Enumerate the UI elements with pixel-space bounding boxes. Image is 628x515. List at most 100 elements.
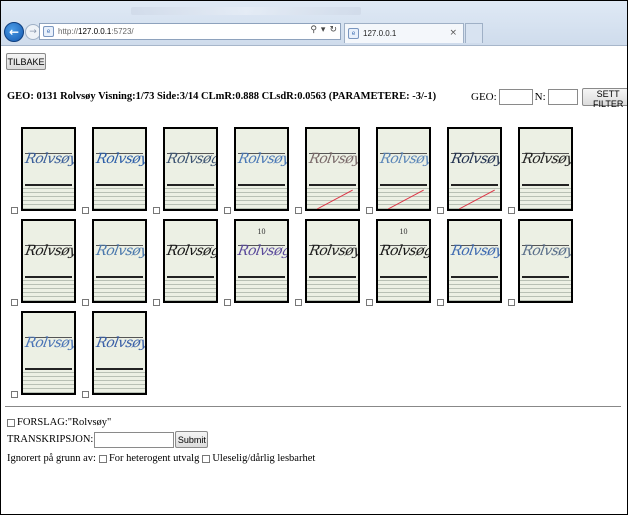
handwriting-thumbnail[interactable]: Rolvsøy bbox=[21, 311, 76, 395]
image-cell: 10 Rolvsøg bbox=[216, 219, 289, 307]
image-checkbox[interactable] bbox=[82, 207, 89, 214]
image-checkbox[interactable] bbox=[11, 207, 18, 214]
address-bar[interactable]: e http://127.0.0.1:5723/ ⚲ ▾ ↻ bbox=[39, 23, 341, 40]
refresh-icon[interactable]: ↻ bbox=[329, 25, 337, 35]
image-cell: Rolvsøy bbox=[3, 127, 76, 215]
page-icon: e bbox=[43, 26, 54, 37]
new-tab-button[interactable] bbox=[465, 23, 483, 43]
ruled-lines bbox=[449, 277, 500, 301]
handwriting-thumbnail[interactable]: Rolvsøy bbox=[234, 127, 289, 211]
image-cell: Rolvsøy bbox=[287, 127, 360, 215]
browser-window: ← → e http://127.0.0.1:5723/ ⚲ ▾ ↻ e 127… bbox=[1, 1, 627, 514]
image-checkbox[interactable] bbox=[82, 299, 89, 306]
image-cell: Rolvsøy bbox=[358, 127, 431, 215]
image-checkbox[interactable] bbox=[11, 299, 18, 306]
submit-button[interactable]: Submit bbox=[175, 431, 209, 448]
image-checkbox[interactable] bbox=[82, 391, 89, 398]
image-checkbox[interactable] bbox=[224, 299, 231, 306]
image-checkbox[interactable] bbox=[366, 207, 373, 214]
set-filter-button[interactable]: SETT FILTER bbox=[581, 88, 627, 109]
n-input[interactable] bbox=[547, 89, 578, 105]
baseline-rule bbox=[238, 184, 285, 186]
handwriting-thumbnail[interactable]: Rolvsøg bbox=[163, 127, 218, 211]
ruled-lines bbox=[94, 369, 145, 393]
image-checkbox[interactable] bbox=[295, 299, 302, 306]
handwriting-thumbnail[interactable]: Rolvsøy bbox=[92, 219, 147, 303]
baseline-rule bbox=[25, 276, 72, 278]
image-checkbox[interactable] bbox=[437, 207, 444, 214]
dropdown-icon[interactable]: ▾ bbox=[321, 25, 326, 35]
ruled-lines bbox=[94, 185, 145, 209]
handwriting-thumbnail[interactable]: Rolvsøy bbox=[447, 219, 502, 303]
transcription-row: TRANSKRIPSJON: Submit bbox=[7, 431, 209, 448]
handwriting-thumbnail[interactable]: Rolvsøy bbox=[92, 311, 147, 395]
handwritten-word: Rolvsøy bbox=[449, 151, 502, 167]
handwritten-word: Rolvsøy bbox=[94, 243, 147, 259]
handwriting-thumbnail[interactable]: Rolvsøy bbox=[21, 219, 76, 303]
image-cell: Rolvsøg bbox=[145, 127, 218, 215]
handwritten-word: Rolvsøy bbox=[23, 151, 76, 167]
image-cell: Rolvsøy bbox=[3, 219, 76, 307]
tab-title: 127.0.0.1 bbox=[363, 29, 397, 38]
image-cell: Rolvsøy bbox=[3, 311, 76, 399]
illegible-checkbox[interactable] bbox=[202, 454, 211, 463]
heterogeneous-checkbox[interactable] bbox=[98, 454, 107, 463]
image-checkbox[interactable] bbox=[153, 207, 160, 214]
image-checkbox[interactable] bbox=[366, 299, 373, 306]
handwriting-thumbnail[interactable]: Rolvsøy bbox=[518, 127, 573, 211]
ruled-lines bbox=[165, 185, 216, 209]
handwriting-thumbnail[interactable]: Rolvsøy bbox=[376, 127, 431, 211]
image-checkbox[interactable] bbox=[295, 207, 302, 214]
ruled-lines bbox=[23, 185, 74, 209]
handwritten-word: Rolvsøy bbox=[378, 151, 431, 167]
illegible-label: Uleselig/dårlig lesbarhet bbox=[212, 453, 316, 464]
handwriting-thumbnail[interactable]: Rolvsøy bbox=[21, 127, 76, 211]
image-checkbox[interactable] bbox=[437, 299, 444, 306]
geo-input[interactable] bbox=[498, 89, 533, 105]
handwriting-thumbnail[interactable]: Rolvsøy bbox=[92, 127, 147, 211]
ruled-lines bbox=[23, 369, 74, 393]
close-tab-icon[interactable]: × bbox=[449, 28, 457, 38]
baseline-rule bbox=[25, 184, 72, 186]
ruled-lines bbox=[520, 185, 571, 209]
handwritten-word: Rolvsøy bbox=[520, 151, 573, 167]
handwritten-word: Rolvsøy bbox=[94, 151, 147, 167]
image-cell: Rolvsøg bbox=[145, 219, 218, 307]
back-button[interactable]: TILBAKE bbox=[6, 53, 46, 70]
ruled-lines bbox=[378, 185, 429, 209]
page-number: 10 bbox=[257, 227, 266, 236]
handwriting-thumbnail[interactable]: Rolvsøy bbox=[305, 127, 360, 211]
image-checkbox[interactable] bbox=[153, 299, 160, 306]
baseline-rule bbox=[309, 276, 356, 278]
back-arrow-icon[interactable]: ← bbox=[4, 22, 24, 42]
handwritten-word: Rolvsøy bbox=[94, 335, 147, 351]
image-checkbox[interactable] bbox=[11, 391, 18, 398]
baseline-rule bbox=[309, 184, 356, 186]
suggestion-checkbox[interactable] bbox=[7, 418, 15, 427]
baseline-rule bbox=[238, 276, 285, 278]
baseline-rule bbox=[96, 184, 143, 186]
baseline-rule bbox=[380, 184, 427, 186]
handwriting-thumbnail[interactable]: 10 Rolvsøg bbox=[234, 219, 289, 303]
transcription-input[interactable] bbox=[94, 431, 175, 448]
search-icon[interactable]: ⚲ bbox=[310, 25, 317, 35]
handwriting-thumbnail[interactable]: Rolvsøy bbox=[305, 219, 360, 303]
info-line: GEO: 0131 Rolvsøy Visning:1/73 Side:3/14… bbox=[7, 91, 437, 102]
image-checkbox[interactable] bbox=[508, 207, 515, 214]
handwriting-thumbnail[interactable]: Rolvsøg bbox=[163, 219, 218, 303]
handwriting-thumbnail[interactable]: Rolvsøy bbox=[518, 219, 573, 303]
handwritten-word: Rolvsøy bbox=[307, 151, 360, 167]
ruled-lines bbox=[520, 277, 571, 301]
image-cell: Rolvsøy bbox=[74, 311, 147, 399]
divider bbox=[5, 406, 621, 407]
handwriting-thumbnail[interactable]: Rolvsøy bbox=[447, 127, 502, 211]
image-cell: Rolvsøy bbox=[500, 219, 573, 307]
handwritten-word: Rolvsøy bbox=[520, 243, 573, 259]
image-checkbox[interactable] bbox=[508, 299, 515, 306]
ruled-lines bbox=[165, 277, 216, 301]
url-prefix: http:// bbox=[58, 27, 79, 36]
image-checkbox[interactable] bbox=[224, 207, 231, 214]
transcription-label: TRANSKRIPSJON: bbox=[7, 434, 94, 445]
handwriting-thumbnail[interactable]: 10 Rolvsøg bbox=[376, 219, 431, 303]
browser-tab[interactable]: e 127.0.0.1 × bbox=[344, 23, 464, 43]
